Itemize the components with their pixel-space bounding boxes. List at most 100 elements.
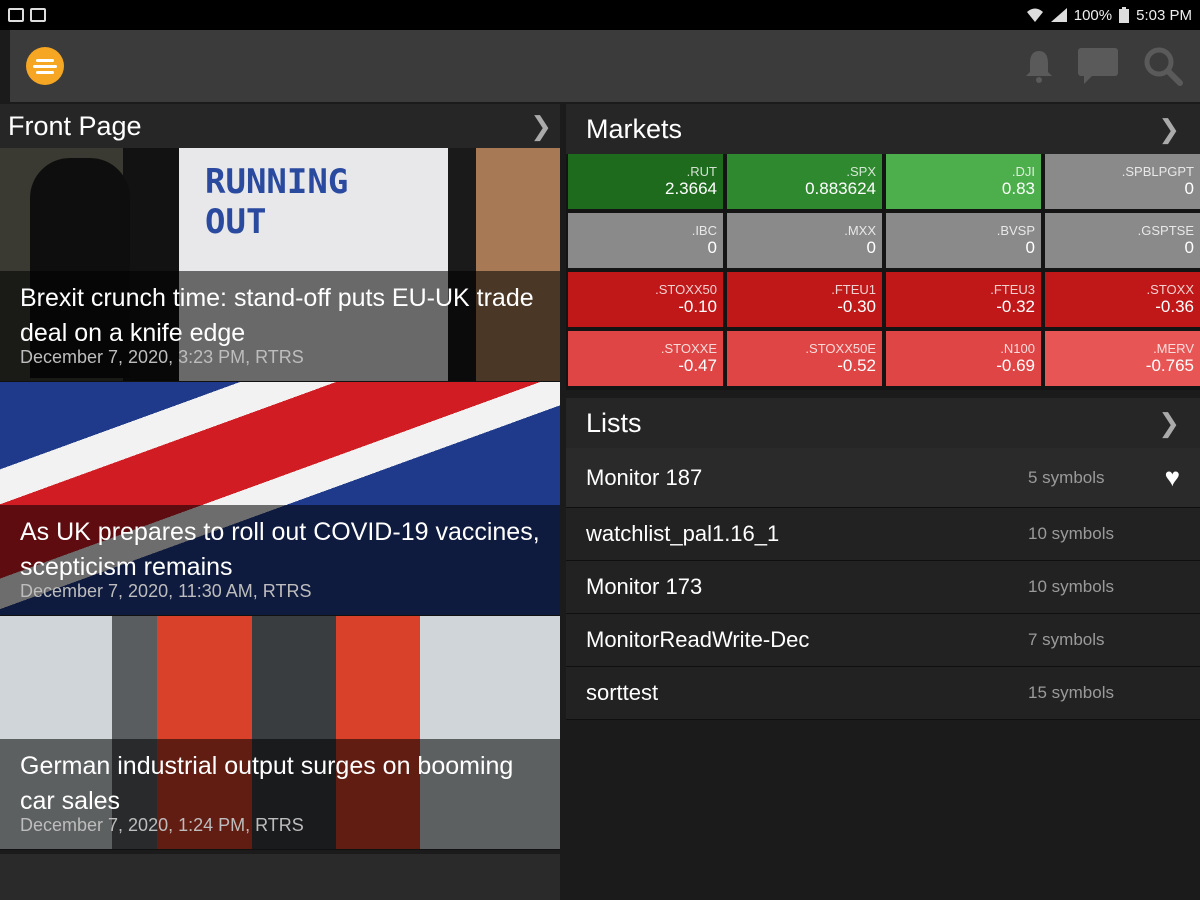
market-symbol: .RUT — [686, 164, 717, 179]
market-value: 0 — [707, 238, 717, 257]
market-symbol: .DJI — [1011, 164, 1035, 179]
list-item[interactable]: Monitor 173 10 symbols — [566, 561, 1200, 614]
front-page-title: Front Page — [8, 110, 142, 141]
market-symbol: .IBC — [691, 223, 717, 238]
front-page-panel: Front Page ❯ RUNNING OUT Brexit crunch t… — [0, 104, 560, 900]
market-tile[interactable]: .MERV -0.765 — [1045, 331, 1200, 386]
markets-title: Markets — [586, 113, 683, 144]
heart-icon[interactable]: ♥ — [1148, 462, 1180, 493]
market-symbol: .SPBLPGPT — [1121, 164, 1194, 179]
market-tile[interactable]: .N100 -0.69 — [886, 331, 1041, 386]
chevron-right-icon[interactable]: ❯ — [1158, 408, 1180, 439]
market-tile[interactable]: .MXX 0 — [727, 213, 882, 268]
front-page-header[interactable]: Front Page ❯ — [0, 104, 560, 148]
list-count: 5 symbols — [1028, 467, 1105, 487]
story-meta: December 7, 2020, 3:23 PM, RTRS — [20, 347, 304, 367]
market-tile[interactable]: .SPX 0.883624 — [727, 154, 882, 209]
list-item[interactable]: watchlist_pal1.16_1 10 symbols — [566, 508, 1200, 561]
gallery-icon — [8, 8, 24, 22]
list-name: MonitorReadWrite-Dec — [586, 627, 810, 652]
battery-icon — [1119, 7, 1130, 23]
market-tile[interactable]: .DJI 0.83 — [886, 154, 1041, 209]
story-headline[interactable]: Brexit crunch time: stand-off puts EU-UK… — [20, 281, 540, 351]
market-value: -0.36 — [1155, 297, 1194, 316]
list-count: 7 symbols — [1028, 630, 1105, 649]
market-value: -0.765 — [1145, 356, 1194, 375]
market-tile[interactable]: .IBC 0 — [568, 213, 723, 268]
market-symbol: .STOXX50E — [805, 341, 876, 356]
market-symbol: .BVSP — [996, 223, 1035, 238]
market-value: 0 — [1184, 179, 1194, 198]
news-story[interactable] — [0, 854, 560, 900]
market-tile[interactable]: .FTEU1 -0.30 — [727, 272, 882, 327]
right-panel: Markets ❯ .RUT 2.3664 .SPX 0.883624 .DJI 0.83… — [566, 104, 1200, 900]
wifi-icon — [1026, 8, 1043, 22]
market-symbol: .N100 — [1000, 341, 1035, 356]
market-tile[interactable]: .RUT 2.3664 — [568, 154, 723, 209]
chevron-right-icon[interactable]: ❯ — [530, 111, 552, 142]
market-value: -0.10 — [678, 297, 717, 316]
list-item[interactable]: MonitorReadWrite-Dec 7 symbols — [566, 614, 1200, 667]
news-story[interactable]: German industrial output surges on boomi… — [0, 616, 560, 850]
chat-icon[interactable] — [1076, 46, 1120, 86]
device-icon — [30, 8, 46, 22]
market-value: 2.3664 — [665, 179, 717, 198]
list-count: 15 symbols — [1028, 683, 1114, 702]
story-image-sign: RUNNING OUT — [205, 162, 349, 242]
markets-header[interactable]: Markets ❯ — [566, 104, 1200, 154]
market-tile[interactable]: .GSPTSE 0 — [1045, 213, 1200, 268]
market-tile[interactable]: .STOXX50E -0.52 — [727, 331, 882, 386]
lists-header[interactable]: Lists ❯ — [566, 398, 1200, 448]
app-bar — [10, 30, 1200, 102]
list-name: watchlist_pal1.16_1 — [586, 521, 780, 546]
market-tile[interactable]: .FTEU3 -0.32 — [886, 272, 1041, 327]
battery-percent: 100% — [1073, 6, 1113, 24]
clock: 5:03 PM — [1136, 6, 1192, 24]
eikon-logo-icon[interactable] — [26, 47, 64, 85]
market-value: -0.32 — [996, 297, 1035, 316]
lists-title: Lists — [586, 407, 642, 438]
market-tile[interactable]: .STOXXE -0.47 — [568, 331, 723, 386]
market-value: 0 — [1025, 238, 1035, 257]
market-value: -0.47 — [678, 356, 717, 375]
market-symbol: .STOXXE — [660, 341, 717, 356]
list-name: Monitor 187 — [586, 464, 703, 490]
list-name: sorttest — [586, 680, 659, 705]
signal-icon — [1050, 8, 1067, 22]
story-headline[interactable]: German industrial output surges on boomi… — [20, 749, 540, 819]
market-symbol: .STOXX — [1146, 282, 1194, 297]
search-icon[interactable] — [1142, 45, 1184, 87]
market-value: 0.83 — [1001, 179, 1035, 198]
status-bar: 100% 5:03 PM — [0, 0, 1200, 30]
market-symbol: .MERV — [1153, 341, 1194, 356]
list-name: Monitor 173 — [586, 574, 703, 599]
market-symbol: .MXX — [844, 223, 876, 238]
market-value: -0.30 — [837, 297, 876, 316]
market-tile[interactable]: .STOXX -0.36 — [1045, 272, 1200, 327]
chevron-right-icon[interactable]: ❯ — [1158, 114, 1180, 145]
market-value: 0 — [1184, 238, 1194, 257]
news-story[interactable]: RUNNING OUT Brexit crunch time: stand-of… — [0, 148, 560, 382]
market-symbol: .SPX — [846, 164, 876, 179]
market-symbol: .GSPTSE — [1137, 223, 1194, 238]
market-value: 0 — [866, 238, 876, 257]
list-item[interactable]: Monitor 187 5 symbols ♥ — [566, 448, 1200, 508]
story-meta: December 7, 2020, 11:30 AM, RTRS — [20, 581, 312, 601]
market-heatmap: .RUT 2.3664 .SPX 0.883624 .DJI 0.83 .SPBLPGPT 0… — [566, 154, 1200, 390]
market-symbol: .FTEU1 — [831, 282, 876, 297]
market-tile[interactable]: .STOXX50 -0.10 — [568, 272, 723, 327]
list-count: 10 symbols — [1028, 524, 1114, 543]
story-headline[interactable]: As UK prepares to roll out COVID-19 vacc… — [20, 515, 540, 585]
list-count: 10 symbols — [1028, 577, 1114, 596]
market-value: 0.883624 — [805, 179, 876, 198]
market-value: -0.52 — [837, 356, 876, 375]
news-story[interactable]: As UK prepares to roll out COVID-19 vacc… — [0, 382, 560, 616]
story-meta: December 7, 2020, 1:24 PM, RTRS — [20, 815, 304, 835]
market-tile[interactable]: .SPBLPGPT 0 — [1045, 154, 1200, 209]
notification-icons — [8, 8, 46, 22]
market-value: -0.69 — [996, 356, 1035, 375]
bell-icon[interactable] — [1024, 48, 1054, 84]
list-item[interactable]: sorttest 15 symbols — [566, 667, 1200, 720]
market-symbol: .STOXX50 — [655, 282, 717, 297]
market-tile[interactable]: .BVSP 0 — [886, 213, 1041, 268]
